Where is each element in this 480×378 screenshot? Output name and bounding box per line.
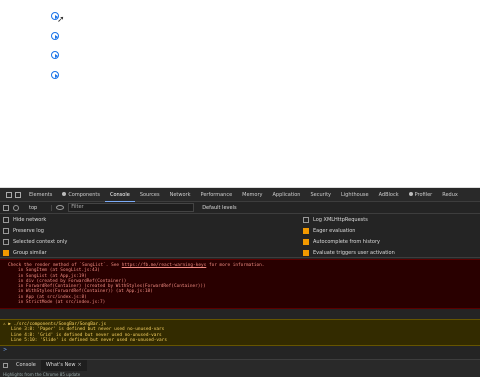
option-label: Group similar	[13, 250, 47, 256]
option-label: Eager evaluation	[313, 228, 356, 234]
checkbox[interactable]	[303, 228, 309, 234]
log-xmlhttprequests-option[interactable]: Log XMLHttpRequests	[303, 216, 368, 224]
tab-label: What's New	[45, 362, 76, 368]
checkbox[interactable]	[303, 217, 309, 223]
console-prompt[interactable]: >	[0, 346, 480, 354]
checkbox[interactable]	[303, 250, 309, 256]
drawer: Console What's New × Highlights from the …	[0, 359, 480, 377]
tab-lighthouse[interactable]: Lighthouse	[336, 188, 374, 202]
tab-adblock[interactable]: AdBlock	[374, 188, 404, 202]
tab-security[interactable]: Security	[305, 188, 336, 202]
devtools-tab-bar: Elements Components Console Sources Netw…	[0, 188, 480, 202]
option-label: Evaluate triggers user activation	[313, 250, 395, 256]
option-label: Autocomplete from history	[313, 239, 380, 245]
tab-performance[interactable]: Performance	[195, 188, 237, 202]
autocomplete-history-option[interactable]: Autocomplete from history	[303, 238, 380, 246]
play-icon[interactable]	[51, 71, 59, 79]
context-selector[interactable]: top	[23, 204, 53, 211]
tab-label: Profiler	[414, 191, 433, 198]
eye-icon[interactable]	[56, 205, 65, 210]
option-label: Log XMLHttpRequests	[313, 217, 368, 223]
error-text-after: for more information.	[208, 263, 265, 268]
drawer-tab-whats-new[interactable]: What's New ×	[40, 360, 87, 371]
eager-evaluation-option[interactable]: Eager evaluation	[303, 227, 355, 235]
group-similar-option[interactable]: Group similar	[3, 249, 47, 257]
close-icon[interactable]: ×	[77, 362, 81, 368]
option-label: Selected context only	[13, 239, 68, 245]
stack-line[interactable]: in StrictMode (at src/index.js:7)	[8, 300, 480, 305]
warning-message: ⚠ ▶ ./src/components/SongBar/SongBar.js …	[0, 319, 480, 346]
checkbox[interactable]	[3, 217, 9, 223]
react-dot-icon	[408, 192, 413, 196]
checkbox[interactable]	[3, 239, 9, 245]
checkbox[interactable]	[3, 250, 9, 256]
filter-input[interactable]: Filter	[68, 203, 195, 212]
option-label: Preserve log	[13, 228, 44, 234]
selected-context-only-option[interactable]: Selected context only	[3, 238, 67, 246]
checkbox[interactable]	[3, 228, 9, 234]
clear-console-icon[interactable]	[13, 204, 19, 211]
devtools-panel: Elements Components Console Sources Netw…	[0, 188, 480, 377]
drawer-menu-icon[interactable]	[3, 363, 8, 368]
warning-line: Line 5:10: 'Slide' is defined but never …	[11, 337, 167, 343]
react-dot-icon	[62, 192, 67, 196]
sidebar-toggle-icon[interactable]	[3, 204, 9, 211]
checkbox[interactable]	[303, 239, 309, 245]
drawer-tab-console[interactable]: Console	[11, 360, 41, 371]
console-settings: Hide network Preserve log Selected conte…	[0, 214, 480, 258]
warning-keys-link[interactable]: https://fb.me/react-warning-keys	[122, 263, 207, 268]
tab-sources[interactable]: Sources	[135, 188, 165, 202]
tab-elements[interactable]: Elements	[24, 188, 57, 202]
tab-console[interactable]: Console	[104, 188, 135, 202]
page-viewport: ➚	[0, 0, 480, 188]
preserve-log-option[interactable]: Preserve log	[3, 227, 44, 235]
device-toolbar-icon[interactable]	[15, 191, 21, 198]
tab-label: Components	[68, 191, 100, 198]
tab-network[interactable]: Network	[165, 188, 196, 202]
error-message: Check the render method of `SongList`. S…	[0, 259, 480, 309]
tab-profiler[interactable]: Profiler	[404, 188, 438, 202]
inspect-element-icon[interactable]	[6, 191, 12, 198]
tab-redux[interactable]: Redux	[437, 188, 463, 202]
option-label: Hide network	[13, 217, 47, 223]
log-levels-dropdown[interactable]: Default levels	[202, 205, 236, 211]
mouse-cursor-icon: ➚	[57, 15, 65, 25]
console-toolbar: top Filter Default levels	[0, 202, 480, 214]
evaluate-triggers-option[interactable]: Evaluate triggers user activation	[303, 249, 395, 257]
tab-application[interactable]: Application	[268, 188, 306, 202]
console-log: Check the render method of `SongList`. S…	[0, 259, 480, 354]
tab-memory[interactable]: Memory	[237, 188, 267, 202]
hide-network-option[interactable]: Hide network	[3, 216, 46, 224]
play-icon[interactable]	[51, 51, 59, 59]
tab-components[interactable]: Components	[57, 188, 105, 202]
play-icon[interactable]	[51, 32, 59, 40]
